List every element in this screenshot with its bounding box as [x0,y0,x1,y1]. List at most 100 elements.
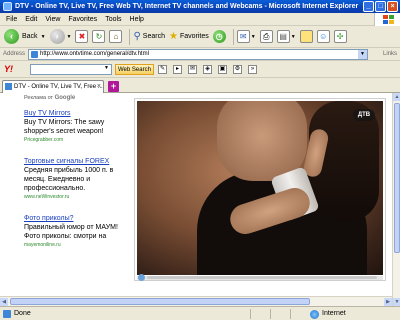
chevron-down-icon: ▼ [40,33,46,40]
search-label: Search [142,33,165,40]
menu-tools[interactable]: Tools [105,16,121,23]
video-player[interactable]: ДТВ [134,98,386,281]
yahoo-search-input[interactable] [30,64,112,75]
ads-header-brand: Google [54,95,76,101]
chevron-down-icon[interactable]: ▼ [358,50,367,59]
bookmark-icon[interactable]: ▸ [173,65,182,74]
ad-title-link[interactable]: Фото приколы? [24,214,129,223]
back-button[interactable]: ‹ Back ▼ [4,29,46,44]
highlight-icon[interactable]: ✎ [158,65,167,74]
ad-title-link[interactable]: Buy TV Mirrors [24,109,129,118]
play-button[interactable] [138,274,145,281]
history-icon: ◷ [212,30,226,43]
menu-edit[interactable]: Edit [25,16,37,23]
tab-dtv[interactable]: DTV - Online TV, Live TV, Free ... × [2,80,104,93]
favicon-icon [5,83,12,90]
ad-body: Buy TV Mirrors: The sawy shopper's secre… [24,119,105,135]
channel-logo: ДТВ [353,109,375,121]
status-divider [290,309,291,319]
mail-icon[interactable]: ✉ [188,65,197,74]
messenger-button[interactable]: ☺ [316,30,330,43]
menu-favorites[interactable]: Favorites [68,16,97,23]
expand-icon[interactable]: » [248,65,257,74]
scroll-down-icon[interactable]: ▼ [393,298,400,306]
video-frame[interactable]: ДТВ [137,101,383,275]
menu-help[interactable]: Help [130,16,144,23]
stop-button[interactable]: ✖ [75,30,89,43]
tab-bar: DTV - Online TV, Live TV, Free ... × + [0,78,400,93]
popup-blocker-icon[interactable]: ▣ [218,65,227,74]
scroll-right-icon[interactable]: ▶ [384,298,392,306]
refresh-button[interactable]: ↻ [92,30,106,43]
refresh-icon: ↻ [92,30,106,43]
ad-url[interactable]: Pricegrabber.com [24,136,129,144]
mail-button[interactable]: ✉ ▼ [236,30,256,43]
print-button[interactable]: ⎙ [259,30,273,43]
window-title: DTV - Online TV, Live TV, Free Web TV, I… [15,3,359,10]
ad-body: Средняя прибыль 1000 п. в месяц. Ежеднев… [24,167,114,192]
close-button[interactable]: × [387,1,398,12]
favorites-label: Favorites [179,33,209,40]
settings-icon[interactable]: ⚙ [233,65,242,74]
player-controls [137,274,383,281]
toolbar-separator [129,28,131,45]
web-search-button[interactable]: Web Search [115,64,154,75]
ad-url[interactable]: mayemoniline.ru [24,241,129,249]
ad-title-link[interactable]: Торговые сигналы FOREX [24,157,129,166]
close-icon[interactable]: × [97,81,101,93]
ad-url[interactable]: www.neWinvestor.ru [24,193,129,201]
discuss-button[interactable] [299,30,313,43]
history-button[interactable]: ◷ [212,30,226,43]
scroll-thumb[interactable] [10,298,310,305]
window-controls: _ □ × [363,1,398,12]
chevron-down-icon: ▼ [66,33,72,40]
scroll-left-icon[interactable]: ◀ [0,298,8,306]
tab-title: DTV - Online TV, Live TV, Free ... [14,84,103,90]
links-button[interactable]: Links [383,51,397,57]
research-button[interactable]: ✣ [333,30,347,43]
back-arrow-icon: ‹ [4,29,19,44]
edit-button[interactable]: ▤ ▼ [276,30,296,43]
maximize-button[interactable]: □ [375,1,386,12]
ads-header-prefix: Реклама от [24,95,55,101]
google-ads: Реклама от Google Buy TV Mirrors Buy TV … [24,95,129,262]
seek-bar[interactable] [147,276,377,279]
minimize-button[interactable]: _ [363,1,374,12]
status-divider [250,309,251,319]
chevron-down-icon[interactable]: ▼ [104,65,109,71]
address-input[interactable]: http://www.ontvtime.com/general/dtv.html… [28,49,368,60]
forward-button[interactable]: › ▼ [49,29,72,44]
favorites-button[interactable]: ★ Favorites [169,31,209,42]
research-icon: ✣ [333,30,347,43]
scroll-up-icon[interactable]: ▲ [393,93,400,101]
scroll-thumb[interactable] [394,103,400,253]
status-divider [270,309,271,319]
toolbar-separator [232,28,234,45]
ad-body: Правильный юмор от МАУМ! Фото приколы: с… [24,224,118,240]
folder-icon [299,30,313,43]
address-url: http://www.ontvtime.com/general/dtv.html [40,51,149,57]
ad-item: Фото приколы? Правильный юмор от МАУМ! Ф… [24,214,129,249]
vertical-scrollbar[interactable]: ▲ ▼ [392,93,400,306]
horizontal-scrollbar[interactable]: ◀ ▶ [0,296,392,306]
yahoo-toolbar: Y! ▼ Web Search ✎ ▸ ✉ ◈ ▣ ⚙ » [0,61,400,78]
antispy-icon[interactable]: ◈ [203,65,212,74]
page-icon [31,51,38,58]
back-label: Back [22,33,38,40]
home-button[interactable]: ⌂ [109,30,123,43]
messenger-icon: ☺ [316,30,330,43]
address-label: Address [3,51,26,57]
new-tab-button[interactable]: + [108,81,119,92]
yahoo-logo[interactable]: Y! [4,64,13,74]
status-text: Done [14,310,31,317]
page-content: Реклама от Google Buy TV Mirrors Buy TV … [0,93,392,306]
menu-file[interactable]: File [6,16,17,23]
ie-icon [3,2,12,11]
search-button[interactable]: ⚲ Search [133,31,165,42]
ads-header: Реклама от Google [24,95,129,101]
page-done-icon [3,310,11,318]
menu-bar: File Edit View Favorites Tools Help [0,13,400,26]
edit-icon: ▤ [276,30,290,43]
address-bar: Address http://www.ontvtime.com/general/… [0,48,400,61]
menu-view[interactable]: View [45,16,60,23]
